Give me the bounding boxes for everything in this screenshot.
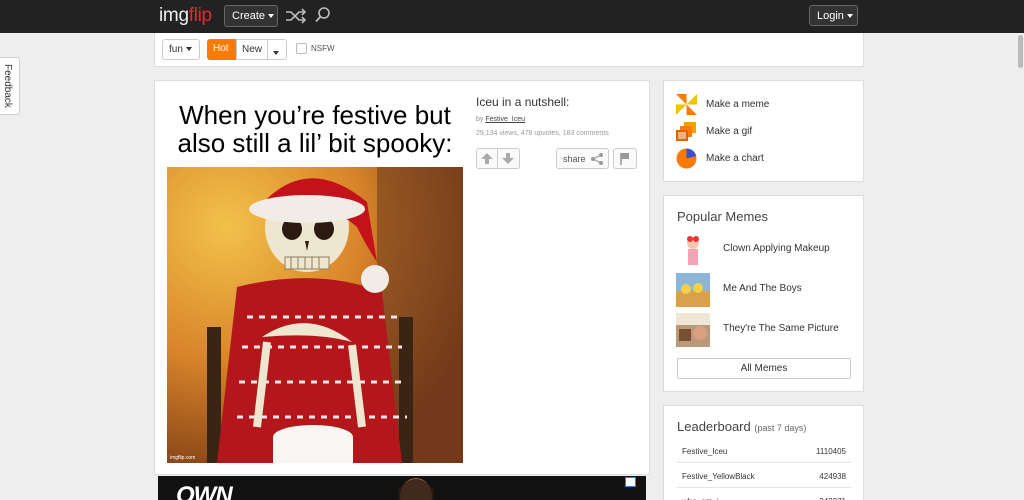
pie-chart-icon [676,148,697,169]
create-menu-button[interactable]: Create [224,5,278,27]
leaderboard-row[interactable]: Festive_Iceu 1110405 [677,441,851,463]
byline-prefix: by [476,116,486,123]
make-tools-box: Make a meme Make a gif Make a chart [663,80,864,182]
leaderboard-row[interactable]: Festive_YellowBlack 424938 [677,466,851,488]
ad-text: OWN [176,482,233,500]
leaderboard-username: Festive_Iceu [682,447,728,456]
advertisement-banner[interactable]: OWN [158,476,646,500]
meme-caption-line1: When you’re festive but [179,100,451,130]
make-gif-label: Make a gif [706,126,753,137]
clown-thumbnail [676,233,710,267]
popular-meme-label: Me And The Boys [723,283,802,294]
leaderboard-points: 1110405 [816,447,846,456]
author-link[interactable]: Festive_Iceu [485,116,525,123]
adchoices-icon[interactable] [625,477,636,487]
search-icon[interactable] [314,6,332,24]
downvote-button[interactable] [498,148,520,169]
image-watermark: imgflip.com [170,455,196,461]
nsfw-label: NSFW [311,44,335,53]
sort-hot-button[interactable]: Hot [207,39,236,60]
sort-new-button[interactable]: New [236,39,268,60]
category-dropdown[interactable]: fun [162,39,200,60]
share-button[interactable]: share [556,148,609,169]
flag-icon [620,153,629,165]
create-label: Create [232,10,266,22]
imgflip-logo[interactable]: imgflip [159,5,212,27]
make-chart-label: Make a chart [706,153,764,164]
login-button[interactable]: Login [809,5,858,26]
meme-caption-line2: also still a lil’ bit spooky: [177,128,453,158]
popular-memes-box: Popular Memes Clown Applying Makeup Me A… [663,195,864,392]
feedback-tab[interactable]: Feedback [0,57,20,115]
filter-bar: fun Hot New NSFW [154,33,864,67]
skeleton-santa-illustration [167,167,463,463]
leaderboard-title: Leaderboard (past 7 days) [677,419,806,434]
sort-more-dropdown[interactable] [268,39,287,60]
popular-meme-item[interactable]: Clown Applying Makeup [676,233,856,267]
new-label: New [242,44,263,55]
feedback-label: Feedback [2,64,13,108]
arrow-down-icon [502,153,514,164]
logo-text-img: img [159,5,189,26]
page-scrollbar[interactable] [1018,35,1023,68]
me-and-the-boys-thumbnail [676,273,710,307]
post-title[interactable]: Iceu in a nutshell: [476,95,569,109]
shuffle-icon[interactable] [285,8,307,24]
leaderboard-row[interactable]: who_am_i 343371 [677,491,851,500]
popular-meme-item[interactable]: They're The Same Picture [676,313,856,347]
nsfw-checkbox[interactable] [296,43,307,54]
make-meme-label: Make a meme [706,99,770,110]
leaderboard-username: Festive_YellowBlack [682,472,755,481]
meme-image[interactable]: imgflip.com [167,167,463,463]
top-navbar: imgflip Create Login [0,0,1024,33]
hot-label: Hot [213,43,229,54]
popular-meme-label: They're The Same Picture [723,323,839,334]
chevron-down-icon [846,14,853,19]
popular-meme-label: Clown Applying Makeup [723,243,830,254]
chevron-down-icon [185,47,192,52]
popular-memes-title: Popular Memes [677,209,769,224]
leaderboard-title-text: Leaderboard [677,419,751,434]
post-byline: by Festive_Iceu [476,116,525,123]
leaderboard-points: 424938 [819,472,846,481]
chevron-down-icon [268,14,275,19]
category-label: fun [169,44,183,55]
gif-frames-icon [676,122,696,141]
arrow-up-icon [481,153,493,164]
share-label: share [563,154,586,164]
chevron-down-icon [273,50,279,55]
meme-caption: When you’re festive but also still a lil… [165,101,465,157]
share-icon [591,153,603,165]
popular-meme-item[interactable]: Me And The Boys [676,273,856,307]
leaderboard-subtitle: (past 7 days) [754,423,807,433]
same-picture-thumbnail [676,313,710,347]
post-stats: 29,134 views, 479 upvotes, 183 comments [476,130,609,137]
login-label: Login [817,10,844,22]
meme-post-panel: When you’re festive but also still a lil… [154,80,650,475]
logo-text-flip: flip [188,5,212,26]
upvote-button[interactable] [476,148,498,169]
leaderboard-box: Leaderboard (past 7 days) Festive_Iceu 1… [663,405,864,500]
flag-button[interactable] [613,148,637,169]
meme-pinwheel-icon [676,94,697,115]
ad-person-image [398,478,434,500]
all-memes-button[interactable]: All Memes [677,358,851,379]
